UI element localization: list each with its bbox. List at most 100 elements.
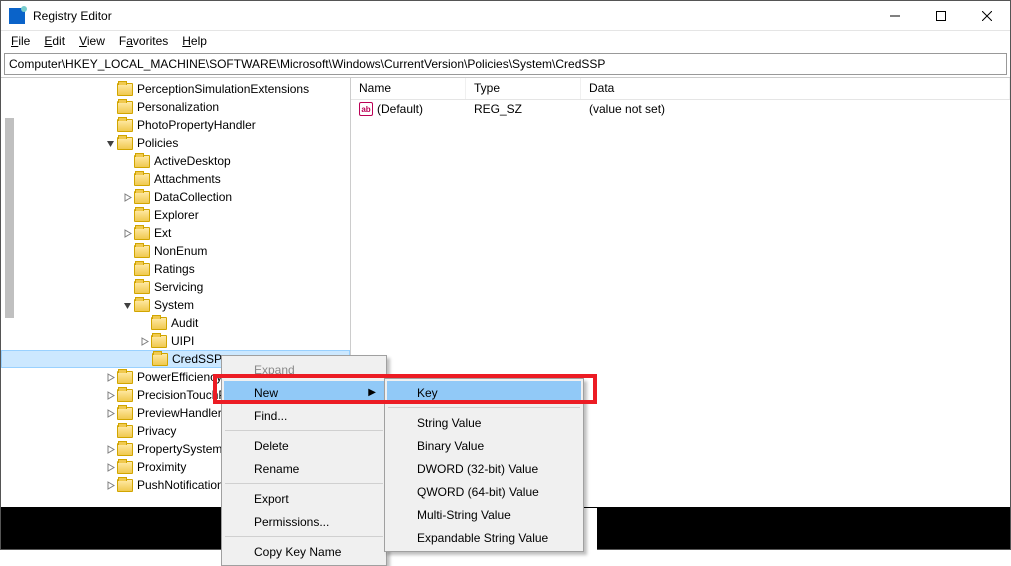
no-expander (138, 352, 152, 366)
sm-binary-value[interactable]: Binary Value (387, 434, 581, 457)
expand-icon[interactable] (137, 334, 151, 348)
tree-label: Policies (137, 136, 178, 150)
sm-qword[interactable]: QWORD (64-bit) Value (387, 480, 581, 503)
window-controls (872, 1, 1010, 31)
tree-item-audit[interactable]: Audit (1, 314, 350, 332)
close-button[interactable] (964, 1, 1010, 31)
tree-item-perceptionsimulationextensions[interactable]: PerceptionSimulationExtensions (1, 80, 350, 98)
cm-rename[interactable]: Rename (224, 457, 384, 480)
folder-icon (117, 407, 133, 420)
tree-label: UIPI (171, 334, 194, 348)
tree-item-ext[interactable]: Ext (1, 224, 350, 242)
tree-label: PerceptionSimulationExtensions (137, 82, 309, 96)
expand-icon[interactable] (120, 226, 134, 240)
col-name[interactable]: Name (351, 78, 466, 99)
separator (225, 536, 383, 537)
collapse-icon[interactable] (103, 136, 117, 150)
tree-label: CredSSP (172, 352, 222, 366)
list-header: Name Type Data (351, 78, 1010, 100)
folder-icon (117, 389, 133, 402)
menu-favorites[interactable]: Favorites (113, 32, 174, 50)
expand-icon[interactable] (103, 406, 117, 420)
tree-label: PushNotifications (137, 478, 230, 492)
no-expander (120, 280, 134, 294)
col-type[interactable]: Type (466, 78, 581, 99)
string-value-icon: ab (359, 102, 373, 116)
no-expander (120, 244, 134, 258)
app-icon (9, 8, 25, 24)
folder-icon (151, 335, 167, 348)
tree-item-explorer[interactable]: Explorer (1, 206, 350, 224)
folder-icon (151, 317, 167, 330)
no-expander (120, 154, 134, 168)
tree-item-personalization[interactable]: Personalization (1, 98, 350, 116)
folder-icon (134, 209, 150, 222)
tree-label: Servicing (154, 280, 203, 294)
separator (225, 430, 383, 431)
tree-label: Personalization (137, 100, 219, 114)
expand-icon[interactable] (103, 370, 117, 384)
tree-item-system[interactable]: System (1, 296, 350, 314)
minimize-button[interactable] (872, 1, 918, 31)
maximize-button[interactable] (918, 1, 964, 31)
tree-item-datacollection[interactable]: DataCollection (1, 188, 350, 206)
list-row[interactable]: ab (Default) REG_SZ (value not set) (351, 100, 1010, 118)
expand-icon[interactable] (103, 388, 117, 402)
folder-icon (117, 137, 133, 150)
cm-find[interactable]: Find... (224, 404, 384, 427)
menu-file[interactable]: File (5, 32, 36, 50)
tree-label: System (154, 298, 194, 312)
folder-icon (134, 245, 150, 258)
col-data[interactable]: Data (581, 78, 1010, 99)
tree-item-activedesktop[interactable]: ActiveDesktop (1, 152, 350, 170)
expand-icon[interactable] (120, 190, 134, 204)
cm-permissions[interactable]: Permissions... (224, 510, 384, 533)
tree-label: Attachments (154, 172, 221, 186)
cm-expand[interactable]: Expand (224, 358, 384, 381)
cm-copy-key-name[interactable]: Copy Key Name (224, 540, 384, 563)
cm-export[interactable]: Export (224, 487, 384, 510)
menu-help[interactable]: Help (176, 32, 213, 50)
expand-icon[interactable] (103, 478, 117, 492)
folder-icon (117, 479, 133, 492)
tree-item-policies[interactable]: Policies (1, 134, 350, 152)
tree-item-nonenum[interactable]: NonEnum (1, 242, 350, 260)
window-title: Registry Editor (33, 9, 872, 23)
tree-label: DataCollection (154, 190, 232, 204)
tree-label: PreviewHandlers (137, 406, 228, 420)
tree-label: Ratings (154, 262, 195, 276)
expand-icon[interactable] (103, 442, 117, 456)
folder-icon (134, 299, 150, 312)
sm-expandable-string[interactable]: Expandable String Value (387, 526, 581, 549)
expand-icon[interactable] (103, 460, 117, 474)
folder-icon (117, 101, 133, 114)
sm-string-value[interactable]: String Value (387, 411, 581, 434)
tree-item-attachments[interactable]: Attachments (1, 170, 350, 188)
tree-item-servicing[interactable]: Servicing (1, 278, 350, 296)
folder-icon (134, 191, 150, 204)
no-expander (120, 208, 134, 222)
tree-item-uipi[interactable]: UIPI (1, 332, 350, 350)
folder-icon (117, 425, 133, 438)
no-expander (103, 118, 117, 132)
sm-key[interactable]: Key (387, 381, 581, 404)
cm-delete[interactable]: Delete (224, 434, 384, 457)
scrollbar[interactable] (2, 78, 17, 549)
separator (388, 407, 580, 408)
menu-edit[interactable]: Edit (38, 32, 71, 50)
menu-view[interactable]: View (73, 32, 111, 50)
cm-new[interactable]: New ▶ Key String Value Binary Value DWOR… (224, 381, 384, 404)
no-expander (103, 100, 117, 114)
address-bar[interactable]: Computer\HKEY_LOCAL_MACHINE\SOFTWARE\Mic… (4, 53, 1007, 75)
sm-dword[interactable]: DWORD (32-bit) Value (387, 457, 581, 480)
value-name: (Default) (377, 102, 423, 116)
tree-item-photopropertyhandler[interactable]: PhotoPropertyHandler (1, 116, 350, 134)
tree-label: NonEnum (154, 244, 207, 258)
sm-multi-string[interactable]: Multi-String Value (387, 503, 581, 526)
no-expander (120, 262, 134, 276)
tree-item-ratings[interactable]: Ratings (1, 260, 350, 278)
collapse-icon[interactable] (120, 298, 134, 312)
tree-label: Proximity (137, 460, 186, 474)
folder-icon (117, 443, 133, 456)
folder-icon (134, 173, 150, 186)
